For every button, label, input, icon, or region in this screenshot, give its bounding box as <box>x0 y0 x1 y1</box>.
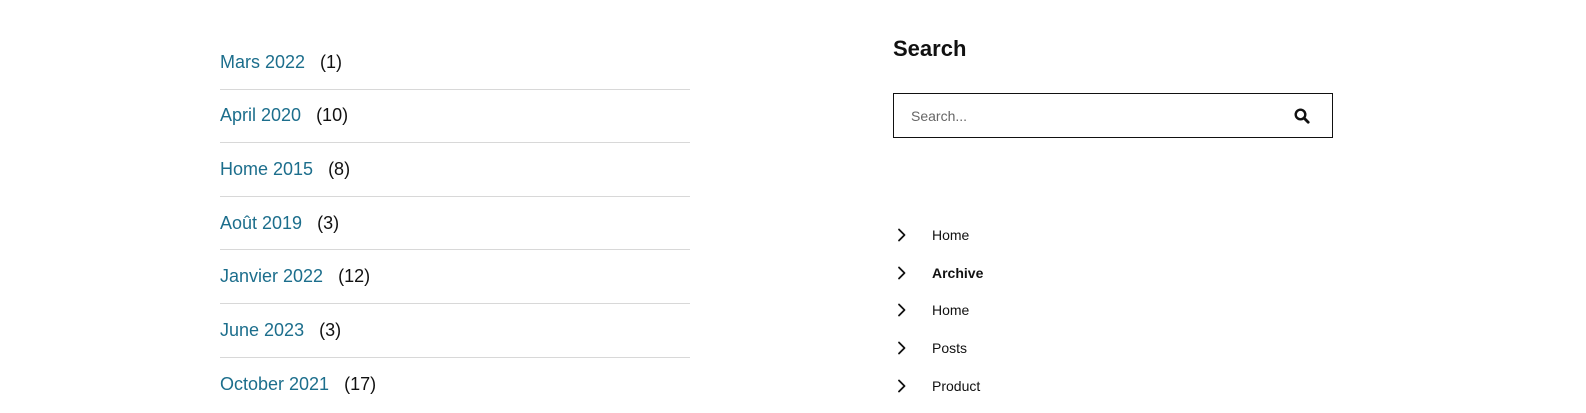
archive-item: Home 2015 (8) <box>220 143 690 197</box>
archive-item: October 2021 (17) <box>220 358 690 412</box>
nav-item-home[interactable]: Home <box>893 216 983 254</box>
archive-link[interactable]: Janvier 2022 <box>220 266 323 287</box>
nav-item-product[interactable]: Product <box>893 367 983 405</box>
archive-count: (17) <box>344 373 377 394</box>
chevron-right-icon <box>893 303 932 317</box>
nav-item-label: Posts <box>932 339 968 356</box>
archive-link[interactable]: Août 2019 <box>220 213 302 234</box>
archive-count: (3) <box>317 212 340 233</box>
nav-item-label: Product <box>932 377 981 394</box>
archive-item: Août 2019 (3) <box>220 197 690 251</box>
archive-item: June 2023 (3) <box>220 304 690 358</box>
nav-item-label: Home <box>932 226 970 243</box>
chevron-right-icon <box>893 228 932 242</box>
archive-count: (1) <box>320 51 343 72</box>
archive-item: April 2020 (10) <box>220 90 690 144</box>
archive-count: (3) <box>319 319 342 340</box>
archive-item: Mars 2022 (1) <box>220 36 690 90</box>
nav-item-posts[interactable]: Posts <box>893 329 983 367</box>
nav-item-label: Archive <box>932 264 984 281</box>
chevron-right-icon <box>893 341 932 355</box>
chevron-right-icon <box>893 379 932 393</box>
archive-count: (10) <box>316 105 349 126</box>
archive-count: (12) <box>338 266 371 287</box>
nav-menu: Home Archive Home Posts Product <box>893 216 983 404</box>
search-form <box>893 93 1333 138</box>
search-widget-title: Search <box>893 36 967 61</box>
nav-item-home-2[interactable]: Home <box>893 291 983 329</box>
chevron-right-icon <box>893 266 932 280</box>
nav-item-label: Home <box>932 302 970 319</box>
archive-list: Mars 2022 (1) April 2020 (10) Home 2015 … <box>220 36 690 411</box>
archive-count: (8) <box>328 158 351 179</box>
search-button[interactable] <box>1272 94 1332 137</box>
archive-link[interactable]: April 2020 <box>220 105 301 126</box>
archive-link[interactable]: Mars 2022 <box>220 52 305 73</box>
archive-item: Janvier 2022 (12) <box>220 250 690 304</box>
archive-link[interactable]: October 2021 <box>220 374 329 395</box>
archive-link[interactable]: June 2023 <box>220 320 304 341</box>
search-input[interactable] <box>894 94 1272 137</box>
search-icon <box>1294 107 1310 124</box>
archive-link[interactable]: Home 2015 <box>220 159 313 180</box>
nav-item-archive[interactable]: Archive <box>893 254 983 292</box>
